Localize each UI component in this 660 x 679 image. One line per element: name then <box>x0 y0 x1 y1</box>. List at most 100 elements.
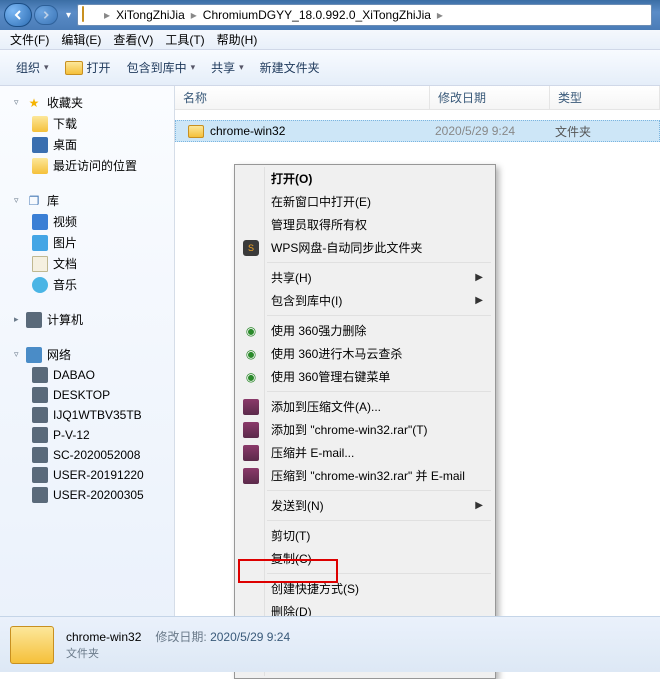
nav-history-dropdown[interactable]: ▾ <box>66 10 71 21</box>
submenu-arrow-icon: ▶ <box>475 272 483 283</box>
music-icon <box>32 277 48 293</box>
open-button[interactable]: 打开 <box>57 55 119 80</box>
status-file-name: chrome-win32 <box>66 630 141 644</box>
folder-open-icon <box>65 61 83 75</box>
ctx-admin-own[interactable]: 管理员取得所有权 <box>237 213 493 236</box>
ctx-rar-email[interactable]: 压缩并 E-mail... <box>237 441 493 464</box>
sidebar-net-item[interactable]: DESKTOP <box>0 385 174 405</box>
breadcrumb-sep[interactable]: ▸ <box>189 8 199 22</box>
winrar-icon <box>243 468 259 484</box>
folder-icon <box>188 125 204 138</box>
menu-edit[interactable]: 编辑(E) <box>55 29 107 50</box>
wps-icon: S <box>243 240 259 256</box>
sidebar-music[interactable]: 音乐 <box>0 274 174 295</box>
ctx-cut[interactable]: 剪切(T) <box>237 524 493 547</box>
computer-icon <box>26 312 42 328</box>
sidebar-net-item[interactable]: USER-20200305 <box>0 485 174 505</box>
breadcrumb-segment[interactable]: XiTongZhiJia <box>112 8 189 22</box>
sidebar-net-item[interactable]: SC-2020052008 <box>0 445 174 465</box>
status-date-value: 2020/5/29 9:24 <box>210 630 290 644</box>
sidebar-downloads[interactable]: 下载 <box>0 113 174 134</box>
navigation-pane: ▿★收藏夹 下载 桌面 最近访问的位置 ▿❐库 视频 图片 文档 音乐 ▸计算机… <box>0 86 175 646</box>
video-icon <box>32 214 48 230</box>
col-name[interactable]: 名称 <box>175 86 430 109</box>
breadcrumb-sep[interactable]: ▸ <box>102 8 112 22</box>
breadcrumb-segment[interactable]: ChromiumDGYY_18.0.992.0_XiTongZhiJia <box>199 8 435 22</box>
organize-button[interactable]: 组织▾ <box>8 55 57 80</box>
ctx-open[interactable]: 打开(O) <box>237 167 493 190</box>
share-button[interactable]: 共享▾ <box>203 55 252 80</box>
downloads-icon <box>32 116 48 132</box>
picture-icon <box>32 235 48 251</box>
360-icon: ◉ <box>243 346 259 362</box>
context-menu: 打开(O) 在新窗口中打开(E) 管理员取得所有权 SWPS网盘-自动同步此文件… <box>234 164 496 679</box>
menu-file[interactable]: 文件(F) <box>4 29 55 50</box>
sidebar-pictures[interactable]: 图片 <box>0 232 174 253</box>
library-icon: ❐ <box>26 193 42 209</box>
file-date: 2020/5/29 9:24 <box>431 124 551 138</box>
star-icon: ★ <box>26 95 42 111</box>
network-icon <box>26 347 42 363</box>
toolbar: 组织▾ 打开 包含到库中▾ 共享▾ 新建文件夹 <box>0 50 660 86</box>
col-type[interactable]: 类型 <box>550 86 660 109</box>
status-file-type: 文件夹 <box>66 645 290 661</box>
ctx-send-to[interactable]: 发送到(N)▶ <box>237 494 493 517</box>
menu-tools[interactable]: 工具(T) <box>159 29 210 50</box>
ctx-create-shortcut[interactable]: 创建快捷方式(S) <box>237 577 493 600</box>
sidebar-documents[interactable]: 文档 <box>0 253 174 274</box>
computer-icon <box>32 447 48 463</box>
submenu-arrow-icon: ▶ <box>475 500 483 511</box>
winrar-icon <box>243 445 259 461</box>
ctx-rar-add[interactable]: 添加到压缩文件(A)... <box>237 395 493 418</box>
nav-back-button[interactable] <box>4 3 32 27</box>
sidebar-network[interactable]: ▿网络 <box>0 344 174 365</box>
computer-icon <box>32 407 48 423</box>
recent-icon <box>32 158 48 174</box>
sidebar-desktop[interactable]: 桌面 <box>0 134 174 155</box>
sidebar-net-item[interactable]: P-V-12 <box>0 425 174 445</box>
column-headers: 名称 修改日期 类型 <box>175 86 660 110</box>
address-bar[interactable]: ▸ XiTongZhiJia ▸ ChromiumDGYY_18.0.992.0… <box>77 4 652 26</box>
ctx-share[interactable]: 共享(H)▶ <box>237 266 493 289</box>
360-icon: ◉ <box>243 323 259 339</box>
ctx-wps-sync[interactable]: SWPS网盘-自动同步此文件夹 <box>237 236 493 259</box>
winrar-icon <box>243 399 259 415</box>
ctx-rar-email-to[interactable]: 压缩到 "chrome-win32.rar" 并 E-mail <box>237 464 493 487</box>
sidebar-videos[interactable]: 视频 <box>0 211 174 232</box>
sidebar-computer[interactable]: ▸计算机 <box>0 309 174 330</box>
winrar-icon <box>243 422 259 438</box>
computer-icon <box>32 387 48 403</box>
ctx-include-lib[interactable]: 包含到库中(I)▶ <box>237 289 493 312</box>
computer-icon <box>32 467 48 483</box>
details-pane: chrome-win32 修改日期: 2020/5/29 9:24 文件夹 <box>0 616 660 672</box>
menu-view[interactable]: 查看(V) <box>107 29 159 50</box>
breadcrumb-sep[interactable]: ▸ <box>435 8 445 22</box>
ctx-open-new-window[interactable]: 在新窗口中打开(E) <box>237 190 493 213</box>
menu-bar: 文件(F) 编辑(E) 查看(V) 工具(T) 帮助(H) <box>0 30 660 50</box>
ctx-copy[interactable]: 复制(C) <box>237 547 493 570</box>
document-icon <box>32 256 48 272</box>
desktop-icon <box>32 137 48 153</box>
new-folder-button[interactable]: 新建文件夹 <box>252 55 328 80</box>
file-type: 文件夹 <box>551 123 595 140</box>
col-date[interactable]: 修改日期 <box>430 86 550 109</box>
folder-icon <box>82 7 98 23</box>
include-lib-button[interactable]: 包含到库中▾ <box>119 55 204 80</box>
sidebar-net-item[interactable]: IJQ1WTBV35TB <box>0 405 174 425</box>
sidebar-recent[interactable]: 最近访问的位置 <box>0 155 174 176</box>
sidebar-net-item[interactable]: USER-20191220 <box>0 465 174 485</box>
sidebar-libraries[interactable]: ▿❐库 <box>0 190 174 211</box>
nav-forward-button[interactable] <box>34 5 58 25</box>
sidebar-favorites[interactable]: ▿★收藏夹 <box>0 92 174 113</box>
ctx-rar-to[interactable]: 添加到 "chrome-win32.rar"(T) <box>237 418 493 441</box>
submenu-arrow-icon: ▶ <box>475 295 483 306</box>
status-date-label: 修改日期: <box>155 630 206 644</box>
ctx-360-manage[interactable]: ◉使用 360管理右键菜单 <box>237 365 493 388</box>
file-row[interactable]: chrome-win32 2020/5/29 9:24 文件夹 <box>175 120 660 142</box>
sidebar-net-item[interactable]: DABAO <box>0 365 174 385</box>
menu-help[interactable]: 帮助(H) <box>211 29 264 50</box>
computer-icon <box>32 427 48 443</box>
ctx-360-delete[interactable]: ◉使用 360强力删除 <box>237 319 493 342</box>
computer-icon <box>32 487 48 503</box>
ctx-360-scan[interactable]: ◉使用 360进行木马云查杀 <box>237 342 493 365</box>
